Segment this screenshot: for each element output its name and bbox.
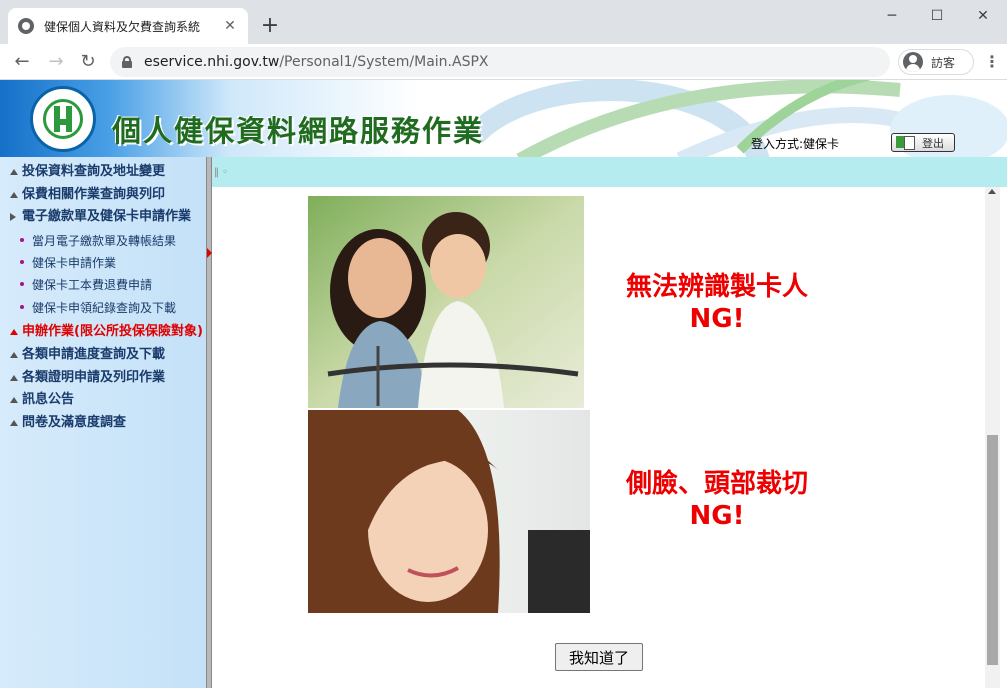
ng-note-text: 側臉、頭部裁切 [625,469,808,499]
triangle-icon [10,375,18,381]
sidebar-subitem-card-records[interactable]: 健保卡申領紀錄查詢及下載 [0,297,206,319]
main-content: ‖ ◦ 無法辨識製卡人 NG! 側臉、頭部裁切 NG! 我知道了 [212,157,1007,688]
sidebar-item-label: 申辦作業(限公所投保保險對象) [22,324,203,339]
new-tab-button[interactable]: + [256,12,284,40]
url-path: /Personal1/System/Main.ASPX [279,54,489,70]
sidebar-item-label: 健保卡申請作業 [32,256,117,270]
sidebar-item-ebill-card[interactable]: 電子繳款單及健保卡申請作業 [0,206,206,228]
sidebar-subitem-card-apply[interactable]: 健保卡申請作業 [0,252,206,274]
sidebar-subitem-monthly-bill[interactable]: 當月電子繳款單及轉帳結果 [0,230,206,252]
back-button[interactable]: ← [8,48,36,76]
logout-label: 登出 [922,136,944,150]
sidebar-item-label: 當月電子繳款單及轉帳結果 [32,234,177,248]
logout-icon [894,135,916,150]
scroll-up-icon[interactable] [988,189,996,194]
browser-titlebar: 健保個人資料及欠費查詢系統 ✕ + ─ ☐ ✕ [0,0,1007,44]
triangle-icon [10,329,18,335]
forward-button[interactable]: → [42,48,70,76]
content-header-band: ‖ ◦ [212,157,1007,187]
browser-tab[interactable]: 健保個人資料及欠費查詢系統 ✕ [8,8,248,44]
ng-note-unrecognizable: 無法辨識製卡人 NG! [572,271,862,335]
profile-button[interactable]: 訪客 [898,49,974,75]
profile-label: 訪客 [931,55,956,70]
photo-guideline-panel: 無法辨識製卡人 NG! 側臉、頭部裁切 NG! 我知道了 [302,187,896,688]
triangle-icon [10,169,18,175]
sidebar-item-label: 投保資料查詢及地址變更 [22,164,166,179]
triangle-icon [10,352,18,358]
lock-icon [122,56,132,68]
ng-note-side-face: 側臉、頭部裁切 NG! [572,468,862,532]
maximize-button[interactable]: ☐ [914,0,960,32]
sidebar-item-survey[interactable]: 問卷及滿意度調查 [0,412,206,434]
sidebar-item-progress[interactable]: 各類申請進度查詢及下載 [0,344,206,366]
sidebar-item-application[interactable]: 申辦作業(限公所投保保險對象) [0,321,206,343]
sidebar-nav: 投保資料查詢及地址變更 保費相關作業查詢與列印 電子繳款單及健保卡申請作業 當月… [0,157,206,688]
sidebar-item-label: 訊息公告 [22,392,75,407]
sidebar-item-certificates[interactable]: 各類證明申請及列印作業 [0,367,206,389]
frame-marker: ‖ ◦ [214,167,229,178]
bullet-icon [20,282,24,286]
reload-button[interactable]: ↻ [74,48,102,76]
address-bar[interactable]: eservice.nhi.gov.tw/Personal1/System/Mai… [110,47,890,77]
bullet-icon [20,238,24,242]
example-photo-mother-child [308,196,584,408]
vertical-scrollbar[interactable] [985,187,1000,688]
acknowledge-button[interactable]: 我知道了 [555,643,643,671]
close-window-button[interactable]: ✕ [960,0,1006,32]
logout-button[interactable]: 登出 [891,133,955,152]
url-text: eservice.nhi.gov.tw/Personal1/System/Mai… [144,54,489,70]
sidebar-item-label: 各類證明申請及列印作業 [22,370,166,385]
login-method: 登入方式:健保卡 [751,137,840,151]
url-host: eservice.nhi.gov.tw [144,54,280,70]
sidebar-item-label: 問卷及滿意度調查 [22,415,127,430]
nhi-logo [30,86,96,152]
profile-avatar-icon [903,52,923,72]
sidebar-item-label: 健保卡工本費退費申請 [32,278,153,292]
minimize-button[interactable]: ─ [869,0,915,32]
sidebar-subitem-card-refund[interactable]: 健保卡工本費退費申請 [0,274,206,296]
bullet-icon [20,260,24,264]
sidebar-item-premium[interactable]: 保費相關作業查詢與列印 [0,184,206,206]
site-title: 個人健保資料網路服務作業 [112,114,485,148]
site-banner: 個人健保資料網路服務作業 登入方式:健保卡 登出 [0,80,1007,157]
example-photo-side-face [308,410,590,613]
ng-note-tag: NG! [689,501,745,531]
close-tab-icon[interactable]: ✕ [222,18,238,34]
sidebar-item-label: 保費相關作業查詢與列印 [22,187,166,202]
sidebar-item-label: 健保卡申領紀錄查詢及下載 [32,301,177,315]
triangle-open-icon [10,213,20,221]
triangle-icon [10,192,18,198]
sidebar-item-announcements[interactable]: 訊息公告 [0,389,206,411]
scroll-thumb[interactable] [987,435,998,665]
tab-title: 健保個人資料及欠費查詢系統 [44,19,201,34]
more-menu-icon[interactable]: ⋮ [982,48,1002,76]
sidebar-item-insurance-query[interactable]: 投保資料查詢及地址變更 [0,161,206,183]
sidebar-item-label: 各類申請進度查詢及下載 [22,347,166,362]
triangle-icon [10,420,18,426]
ng-note-tag: NG! [689,304,745,334]
ng-note-text: 無法辨識製卡人 [625,272,808,302]
bullet-icon [20,305,24,309]
globe-icon [18,18,34,34]
triangle-icon [10,397,18,403]
nhi-logo-mark [43,99,83,139]
sidebar-item-label: 電子繳款單及健保卡申請作業 [22,209,192,224]
browser-toolbar: ← → ↻ eservice.nhi.gov.tw/Personal1/Syst… [0,44,1007,80]
